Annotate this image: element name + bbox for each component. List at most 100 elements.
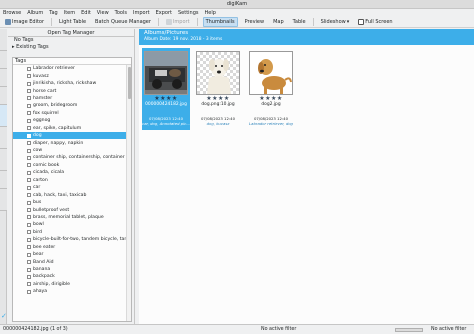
tab-map[interactable] bbox=[0, 171, 7, 189]
menu-tag[interactable]: Tag bbox=[49, 10, 57, 16]
thumbnail-item[interactable]: ★★★★ dog.png:10.jpg 07/08/2023 12:40 dog… bbox=[194, 48, 242, 130]
tag-item[interactable]: bus bbox=[13, 199, 131, 206]
tag-item[interactable]: car bbox=[13, 184, 131, 191]
tag-item[interactable]: hamster bbox=[13, 95, 131, 102]
map-button[interactable]: Map bbox=[271, 18, 286, 26]
tab-labels[interactable] bbox=[0, 51, 7, 69]
tag-item[interactable]: bicycle-built-for-two, tandem bicycle, t… bbox=[13, 236, 131, 243]
tag-item[interactable]: bulletproof vest bbox=[13, 206, 131, 213]
tag-item[interactable]: bear bbox=[13, 251, 131, 258]
tag-item[interactable]: ear, spike, capitulum bbox=[13, 125, 131, 132]
tag-checkbox[interactable] bbox=[27, 260, 31, 265]
tag-checkbox[interactable] bbox=[27, 252, 31, 257]
rating-stars[interactable]: ★★★★ bbox=[194, 95, 242, 102]
tag-item[interactable]: Band Aid bbox=[13, 258, 131, 265]
existing-tags-item[interactable]: ▸ Existing Tags bbox=[8, 44, 134, 51]
image-editor-button[interactable]: Image Editor bbox=[3, 18, 46, 26]
tag-checkbox[interactable] bbox=[27, 148, 31, 153]
tag-checkbox[interactable] bbox=[27, 170, 31, 175]
tag-checkbox[interactable] bbox=[27, 74, 31, 79]
tab-albums[interactable] bbox=[0, 29, 7, 51]
tag-checkbox[interactable] bbox=[27, 118, 31, 123]
thumbnails-button[interactable]: Thumbnails bbox=[202, 17, 238, 27]
tag-checkbox[interactable] bbox=[27, 133, 31, 138]
tag-item[interactable]: bird bbox=[13, 229, 131, 236]
full-screen-button[interactable]: Full Screen bbox=[356, 18, 394, 26]
tag-item[interactable]: horse cart bbox=[13, 87, 131, 94]
tag-item[interactable]: backpack bbox=[13, 273, 131, 280]
tag-item[interactable]: ahaya bbox=[13, 288, 131, 295]
tag-item[interactable]: jinrikisha, ricksha, rickshaw bbox=[13, 80, 131, 87]
tab-tags[interactable] bbox=[0, 105, 7, 127]
tag-item[interactable]: airship, dirigible bbox=[13, 281, 131, 288]
status-filter-middle[interactable]: No active filter bbox=[261, 327, 296, 332]
tag-checkbox[interactable] bbox=[27, 141, 31, 146]
tag-checkbox[interactable] bbox=[27, 208, 31, 213]
tag-checkbox[interactable] bbox=[27, 267, 31, 272]
menu-export[interactable]: Export bbox=[156, 10, 172, 16]
tab-fuzzy-search[interactable] bbox=[0, 149, 7, 171]
tag-checkbox[interactable] bbox=[27, 81, 31, 86]
tag-item[interactable]: dog bbox=[13, 131, 131, 140]
scrollbar-thumb[interactable] bbox=[128, 67, 131, 99]
thumbnail-item[interactable]: ★★★★ 000000424182.jpg 07/08/2023 12:40 c… bbox=[142, 48, 190, 130]
tag-checkbox[interactable] bbox=[27, 200, 31, 205]
tag-item[interactable]: bee eater bbox=[13, 244, 131, 251]
tag-item[interactable]: fox squirrel bbox=[13, 110, 131, 117]
tag-checkbox[interactable] bbox=[27, 163, 31, 168]
tag-item[interactable]: cab, hack, taxi, taxicab bbox=[13, 191, 131, 198]
tag-item[interactable]: container ship, containership, container… bbox=[13, 154, 131, 161]
menu-settings[interactable]: Settings bbox=[178, 10, 199, 16]
tab-dates[interactable] bbox=[0, 69, 7, 87]
tab-timeline[interactable] bbox=[0, 87, 7, 105]
status-filter-right[interactable]: No active filter bbox=[431, 327, 466, 332]
menu-import[interactable]: Import bbox=[133, 10, 150, 16]
preview-button[interactable]: Preview bbox=[243, 18, 266, 26]
rating-stars[interactable]: ★★★★ bbox=[142, 95, 190, 102]
tag-checkbox[interactable] bbox=[27, 245, 31, 250]
menu-help[interactable]: Help bbox=[205, 10, 216, 16]
tag-item[interactable]: eggnog bbox=[13, 117, 131, 124]
tag-item[interactable]: brass, memorial tablet, plaque bbox=[13, 214, 131, 221]
tag-list-scrollbar[interactable] bbox=[126, 65, 131, 321]
light-table-button[interactable]: Light Table bbox=[57, 18, 88, 26]
tab-search[interactable] bbox=[0, 127, 7, 149]
tag-item[interactable]: diaper, nappy, napkin bbox=[13, 139, 131, 146]
tag-checkbox[interactable] bbox=[27, 215, 31, 220]
tag-checkbox[interactable] bbox=[27, 289, 31, 294]
tag-item[interactable]: comic book bbox=[13, 162, 131, 169]
tag-item[interactable]: groom, bridegroom bbox=[13, 102, 131, 109]
menu-album[interactable]: Album bbox=[27, 10, 43, 16]
tag-checkbox[interactable] bbox=[27, 89, 31, 94]
menu-item[interactable]: Item bbox=[64, 10, 75, 16]
zoom-slider[interactable] bbox=[395, 328, 423, 332]
tag-checkbox[interactable] bbox=[27, 222, 31, 227]
tag-checkbox[interactable] bbox=[27, 193, 31, 198]
menu-edit[interactable]: Edit bbox=[81, 10, 91, 16]
tag-checkbox[interactable] bbox=[27, 178, 31, 183]
tag-item[interactable]: Labrador retriever bbox=[13, 65, 131, 72]
rating-stars[interactable]: ★★★★ bbox=[247, 95, 295, 102]
tag-checkbox[interactable] bbox=[27, 282, 31, 287]
tag-item[interactable]: cicada, cicala bbox=[13, 169, 131, 176]
no-tags-item[interactable]: No Tags bbox=[8, 37, 134, 44]
table-button[interactable]: Table bbox=[291, 18, 308, 26]
tab-people[interactable] bbox=[0, 189, 7, 211]
import-button[interactable]: Import bbox=[164, 18, 192, 26]
tag-checkbox[interactable] bbox=[27, 96, 31, 101]
tag-item[interactable]: kuvasz bbox=[13, 72, 131, 79]
thumbnail-item[interactable]: ★★★★ dog2.jpg 07/08/2023 12:40 Labrador … bbox=[247, 48, 295, 130]
tag-checkbox[interactable] bbox=[27, 103, 31, 108]
batch-queue-button[interactable]: Batch Queue Manager bbox=[93, 18, 153, 26]
tag-checkbox[interactable] bbox=[27, 66, 31, 71]
tag-checkbox[interactable] bbox=[27, 230, 31, 235]
tag-item[interactable]: carton bbox=[13, 177, 131, 184]
slideshow-button[interactable]: Slideshow ▾ bbox=[319, 18, 352, 26]
menu-tools[interactable]: Tools bbox=[115, 10, 127, 16]
tag-checkbox[interactable] bbox=[27, 111, 31, 116]
tag-checkbox[interactable] bbox=[27, 185, 31, 190]
tag-checkbox[interactable] bbox=[27, 237, 31, 242]
tag-checkbox[interactable] bbox=[27, 155, 31, 160]
menu-view[interactable]: View bbox=[97, 10, 109, 16]
tag-item[interactable]: bowl bbox=[13, 221, 131, 228]
